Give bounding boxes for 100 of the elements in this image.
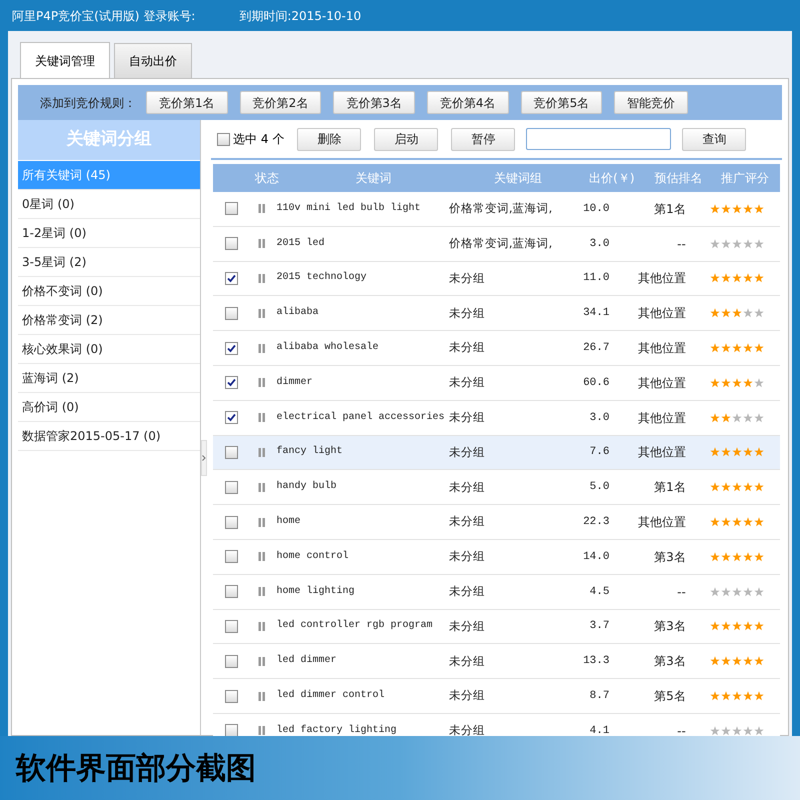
star-icon xyxy=(732,726,742,736)
keyword-cell-text: handy bulb xyxy=(276,480,338,494)
star-icon xyxy=(742,343,753,354)
sidebar-item[interactable]: 数据管家2015-05-17 (0) xyxy=(18,422,200,451)
star-icon xyxy=(710,656,720,666)
rule-label: 添加到竞价规则： xyxy=(40,94,136,112)
column-header: 关键词组 xyxy=(493,170,544,187)
checkbox[interactable] xyxy=(225,446,238,459)
star-icon xyxy=(754,482,764,492)
star-icon xyxy=(710,343,720,354)
action-button[interactable]: 启动 xyxy=(374,128,438,150)
sidebar-item[interactable]: 0星词 (0) xyxy=(18,190,200,219)
star-icon xyxy=(732,412,742,423)
price-cell-text: 3.0 xyxy=(588,236,610,251)
column-header: 预估排名 xyxy=(653,170,704,187)
pause-icon xyxy=(258,378,266,388)
rank-cell-text: 第3名 xyxy=(653,653,686,670)
checkbox[interactable] xyxy=(225,272,238,285)
star-icon xyxy=(732,447,742,458)
star-icon xyxy=(720,726,731,736)
rank-cell-text: 其他位置 xyxy=(636,410,686,427)
bid-rule-button[interactable]: 竞价第4名 xyxy=(426,91,509,114)
bid-rule-button[interactable]: 竞价第1名 xyxy=(146,91,228,114)
star-icon xyxy=(710,517,720,528)
keyword-cell-text: dimmer xyxy=(276,376,314,390)
checkbox[interactable] xyxy=(225,724,238,736)
sidebar-item[interactable]: 高价词 (0) xyxy=(18,393,200,422)
star-icon xyxy=(742,238,753,249)
column-header: 关键词 xyxy=(354,170,392,187)
star-icon xyxy=(720,273,731,284)
checkbox[interactable] xyxy=(225,585,238,598)
star-icon xyxy=(732,517,742,528)
star-icon xyxy=(742,517,753,528)
search-field[interactable] xyxy=(526,128,672,150)
checkbox[interactable] xyxy=(225,654,238,668)
star-icon xyxy=(742,656,753,666)
checkbox[interactable] xyxy=(225,550,238,564)
star-icon xyxy=(732,204,742,214)
table-row[interactable]: 2015 technology 未分组 11.0 其他位置 xyxy=(213,262,780,296)
star-icon xyxy=(710,204,720,214)
checkbox[interactable] xyxy=(225,376,238,390)
checkbox[interactable] xyxy=(225,342,238,355)
bid-rule-button[interactable]: 竞价第5名 xyxy=(520,91,602,114)
group-cell-text: 未分组 xyxy=(448,652,486,670)
action-button[interactable]: 暂停 xyxy=(451,128,516,150)
star-icon xyxy=(720,412,731,423)
table-row[interactable]: led controller rgb program 未分组 3.7 第3名 xyxy=(213,610,780,644)
rank-cell-text: 其他位置 xyxy=(636,305,686,322)
pause-icon xyxy=(258,204,266,214)
checkbox[interactable] xyxy=(225,516,238,529)
action-button[interactable]: 删除 xyxy=(297,128,362,150)
star-icon xyxy=(742,726,753,736)
star-icon xyxy=(710,308,720,318)
star-icon xyxy=(742,273,753,284)
rank-cell-text: -- xyxy=(676,722,686,736)
rank-cell-text: 其他位置 xyxy=(636,270,686,288)
table-row[interactable]: fancy light 未分组 7.6 其他位置 xyxy=(213,436,780,470)
keyword-cell-text: led dimmer control xyxy=(276,689,386,704)
checkbox[interactable] xyxy=(225,306,238,320)
checkbox[interactable] xyxy=(225,620,238,633)
star-icon xyxy=(720,552,731,562)
price-cell-text: 60.6 xyxy=(582,376,610,390)
expiry-date: 到期时间:2015-10-10 xyxy=(239,8,362,24)
star-icon xyxy=(732,238,742,249)
pause-icon xyxy=(258,482,266,492)
pause-icon xyxy=(258,308,266,318)
rank-cell-text: 其他位置 xyxy=(636,340,686,358)
checkbox[interactable] xyxy=(225,690,238,703)
pause-icon xyxy=(258,656,266,666)
sidebar-item[interactable]: 1-2星词 (0) xyxy=(18,219,200,248)
group-cell-text: 价格常变词,蓝海词, xyxy=(448,200,554,218)
checkbox[interactable] xyxy=(225,202,238,216)
sidebar-item[interactable]: 核心效果词 (0) xyxy=(18,335,200,364)
collapse-handle[interactable] xyxy=(201,440,207,476)
sidebar-item[interactable]: 价格常变词 (2) xyxy=(18,306,200,335)
group-cell-text: 价格常变词,蓝海词, xyxy=(448,235,554,252)
query-button[interactable]: 查询 xyxy=(682,128,746,150)
pause-icon xyxy=(258,518,266,527)
keyword-cell-text: alibaba wholesale xyxy=(276,341,380,356)
star-icon xyxy=(754,517,764,528)
checkbox[interactable] xyxy=(225,480,238,494)
tab[interactable]: 自动出价 xyxy=(114,43,192,78)
tab[interactable]: 关键词管理 xyxy=(20,42,110,78)
checkbox[interactable] xyxy=(225,237,238,250)
keyword-cell-text: electrical panel accessories xyxy=(276,410,446,425)
bid-rule-button[interactable]: 竞价第2名 xyxy=(240,91,322,114)
sidebar-item[interactable]: 价格不变词 (0) xyxy=(18,277,200,306)
group-cell-text: 未分组 xyxy=(448,270,486,287)
star-icon xyxy=(720,447,731,458)
star-icon xyxy=(720,308,731,318)
checkbox[interactable] xyxy=(225,411,238,424)
star-icon xyxy=(742,552,753,562)
sidebar-item[interactable]: 蓝海词 (2) xyxy=(18,364,200,393)
star-icon xyxy=(732,308,742,318)
bid-rule-button[interactable]: 竞价第3名 xyxy=(333,91,415,114)
bid-rule-button[interactable]: 智能竞价 xyxy=(614,91,688,114)
sidebar-item[interactable]: 3-5星词 (2) xyxy=(18,248,200,277)
group-cell-text: 未分组 xyxy=(448,409,486,426)
star-icon xyxy=(754,656,764,666)
checkbox[interactable] xyxy=(217,132,230,146)
